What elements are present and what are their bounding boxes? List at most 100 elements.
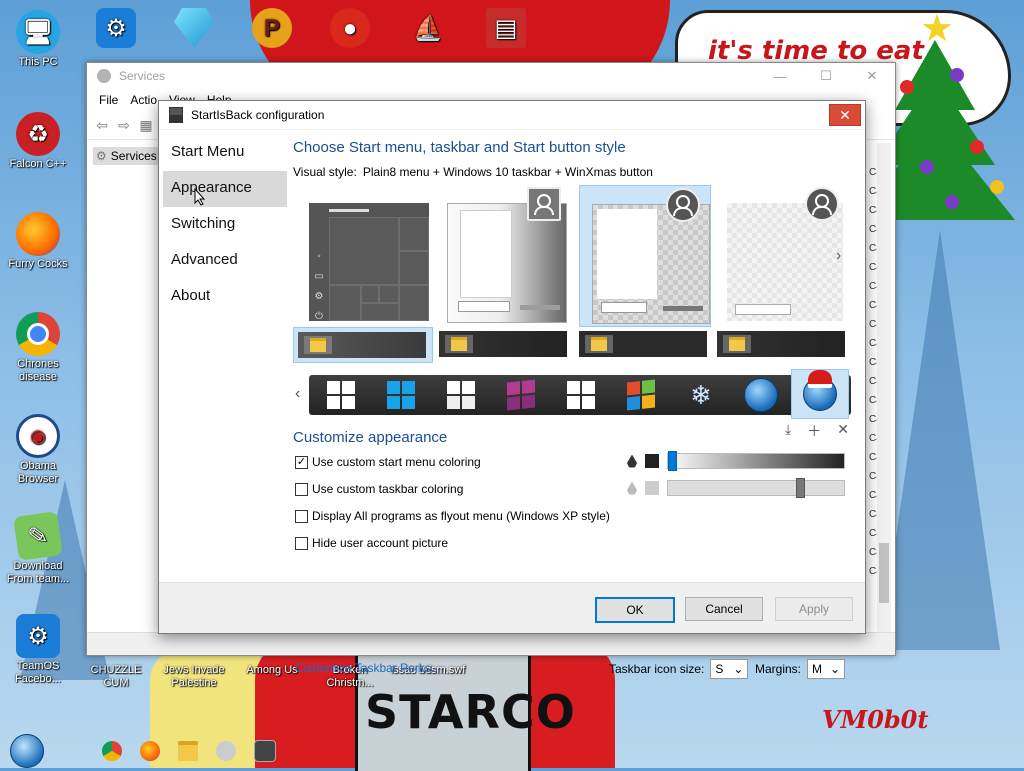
nav-about[interactable]: About	[163, 279, 287, 315]
desktop-icon-this-pc[interactable]: 🖥 This PC	[0, 10, 76, 69]
start-button-winxmas[interactable]	[791, 369, 849, 419]
margins-select[interactable]: M ⌄	[807, 659, 846, 679]
taskbar	[0, 734, 290, 768]
desktop-icon-gem[interactable]	[156, 8, 232, 50]
chevron-down-icon: ⌄	[829, 662, 841, 676]
add-icon[interactable]: ＋	[807, 421, 821, 441]
start-button-win10-white[interactable]	[313, 377, 369, 413]
start-button-win8-purple[interactable]	[493, 377, 549, 413]
nav-start-menu[interactable]: Start Menu	[163, 135, 287, 171]
start-button-win10-outline[interactable]	[433, 377, 489, 413]
taskbar-style-black[interactable]	[713, 327, 851, 361]
start-button-gallery: ‹ ❄	[293, 369, 853, 419]
desktop-icon-book[interactable]: ▤	[468, 8, 544, 50]
slider-thumb[interactable]	[796, 478, 805, 498]
desktop-icon-boat[interactable]: ⛵	[390, 8, 466, 50]
tree-node-services[interactable]: ⚙ Services	[93, 147, 161, 165]
tree-node-label: Services	[110, 149, 157, 163]
letter-p-icon: P	[252, 8, 292, 48]
startisback-dialog[interactable]: StartIsBack configuration ✕ Start Menu A…	[158, 100, 866, 679]
color-swatch[interactable]	[645, 481, 659, 495]
start-button-strip: ❄	[309, 369, 851, 419]
remove-icon[interactable]: ✕	[837, 421, 849, 441]
nav-switching[interactable]: Switching	[163, 207, 287, 243]
menu-style-plain8-gradient[interactable]	[439, 185, 569, 325]
taskbar-style-dark[interactable]	[575, 327, 713, 361]
option-hide-user-picture[interactable]: Hide user account picture	[295, 536, 448, 550]
firefox-taskbar-icon[interactable]	[140, 741, 160, 761]
windows-logo-icon	[507, 379, 535, 411]
checkbox[interactable]	[295, 509, 308, 523]
desktop-icon-label: CHUZZLE CUM	[90, 664, 142, 689]
option-custom-start-menu-coloring[interactable]: ✓ Use custom start menu coloring	[295, 455, 481, 469]
desktop-icon-obama[interactable]: ◉ Obama Browser	[0, 414, 76, 486]
monitor-icon: 🖥	[16, 10, 60, 54]
chevron-right-icon[interactable]: ›	[836, 247, 841, 265]
nav-advanced[interactable]: Advanced	[163, 243, 287, 279]
dialog-titlebar[interactable]: StartIsBack configuration ✕	[159, 101, 865, 130]
chevron-left-icon[interactable]: ‹	[295, 385, 300, 403]
close-icon[interactable]: ✕	[849, 63, 895, 89]
menu-style-windows10[interactable]: ◦ ▭ ⚙ ⏻	[301, 185, 431, 325]
scrollbar-thumb[interactable]	[879, 543, 889, 603]
start-button-win10-blue[interactable]	[373, 377, 429, 413]
taskbar-style-glass[interactable]	[435, 327, 573, 361]
appearance-panel: Choose Start menu, taskbar and Start but…	[293, 129, 855, 679]
start-button-win7-orb[interactable]	[733, 377, 789, 413]
back-arrow-icon[interactable]: ⇦	[93, 117, 111, 133]
ok-button[interactable]: OK	[595, 597, 675, 623]
gear-icon: ⚙	[96, 8, 136, 48]
dialog-nav: Start Menu Appearance Switching Advanced…	[163, 135, 287, 315]
start-button[interactable]	[10, 734, 44, 768]
services-title: Services	[119, 69, 166, 83]
start-button-win8-color[interactable]	[613, 377, 669, 413]
checkbox[interactable]	[295, 482, 308, 496]
desktop-icon-chuzzle[interactable]: CHUZZLE CUM	[78, 664, 154, 690]
desktop-icon-pizza[interactable]: P	[234, 8, 310, 50]
icon-size-select[interactable]: S ⌄	[710, 659, 749, 679]
desktop-icon-chrome[interactable]: Chrones disease	[0, 312, 76, 384]
apply-button[interactable]: Apply	[775, 597, 853, 621]
opacity-drop-icon	[627, 454, 637, 468]
option-flyout-all-programs[interactable]: Display All programs as flyout menu (Win…	[295, 509, 610, 523]
folder-icon	[304, 336, 332, 354]
chrome-taskbar-icon[interactable]	[102, 741, 122, 761]
checkbox[interactable]	[295, 536, 308, 550]
maximize-icon[interactable]: ☐	[803, 63, 849, 89]
taskbar-style-windows10[interactable]	[293, 327, 433, 363]
forward-arrow-icon[interactable]: ⇨	[115, 117, 133, 133]
start-button-win10-plain[interactable]	[553, 377, 609, 413]
color-swatch[interactable]	[645, 454, 659, 468]
start-menu-color-row	[627, 451, 845, 471]
desktop-icon-download[interactable]: ✎ Download From team...	[0, 511, 76, 586]
desktop-icon-falcon[interactable]: ♻ Falcon C++	[0, 112, 76, 171]
services-titlebar[interactable]: Services — ☐ ✕	[87, 63, 895, 89]
menu-style-plain8-light[interactable]	[719, 185, 849, 325]
dialog-close-button[interactable]: ✕	[829, 104, 861, 126]
console-tree-icon[interactable]: ▦	[137, 117, 155, 133]
option-custom-taskbar-coloring[interactable]: Use custom taskbar coloring	[295, 482, 463, 496]
checkbox-checked[interactable]: ✓	[295, 455, 308, 469]
customize-taskbar-perks-link[interactable]: Customize Taskbar Perks...	[295, 661, 441, 675]
desktop-icon-firefox[interactable]: Furry Cocks	[0, 212, 76, 271]
menu-style-plain8-selected[interactable]	[579, 185, 711, 327]
desktop-icon-settings[interactable]: ⚙	[78, 8, 154, 50]
gear-icon: ⚙	[16, 614, 60, 658]
slider-thumb[interactable]	[668, 451, 677, 471]
services-scrollbar[interactable]	[877, 143, 891, 653]
file-explorer-taskbar-icon[interactable]	[178, 741, 198, 761]
start-button-snowflake[interactable]: ❄	[673, 377, 729, 413]
minimize-icon[interactable]: —	[757, 63, 803, 89]
opacity-slider[interactable]	[667, 478, 845, 498]
opacity-slider[interactable]	[667, 451, 845, 471]
download-icon[interactable]: ⤓	[785, 421, 791, 441]
desktop-icon-angry-birds[interactable]: ●	[312, 8, 388, 50]
cancel-button[interactable]: Cancel	[685, 597, 763, 621]
gear-taskbar-icon[interactable]	[216, 741, 236, 761]
menu-file[interactable]: File	[93, 93, 124, 107]
services-statusbar	[87, 632, 895, 655]
desktop-icon-jews-invade[interactable]: Jews Invade Palestine	[156, 664, 232, 690]
desktop-icon-teamos[interactable]: ⚙ TeamOS Facebo...	[0, 614, 76, 686]
startisback-taskbar-icon[interactable]	[254, 740, 276, 762]
nav-appearance[interactable]: Appearance	[163, 171, 287, 207]
